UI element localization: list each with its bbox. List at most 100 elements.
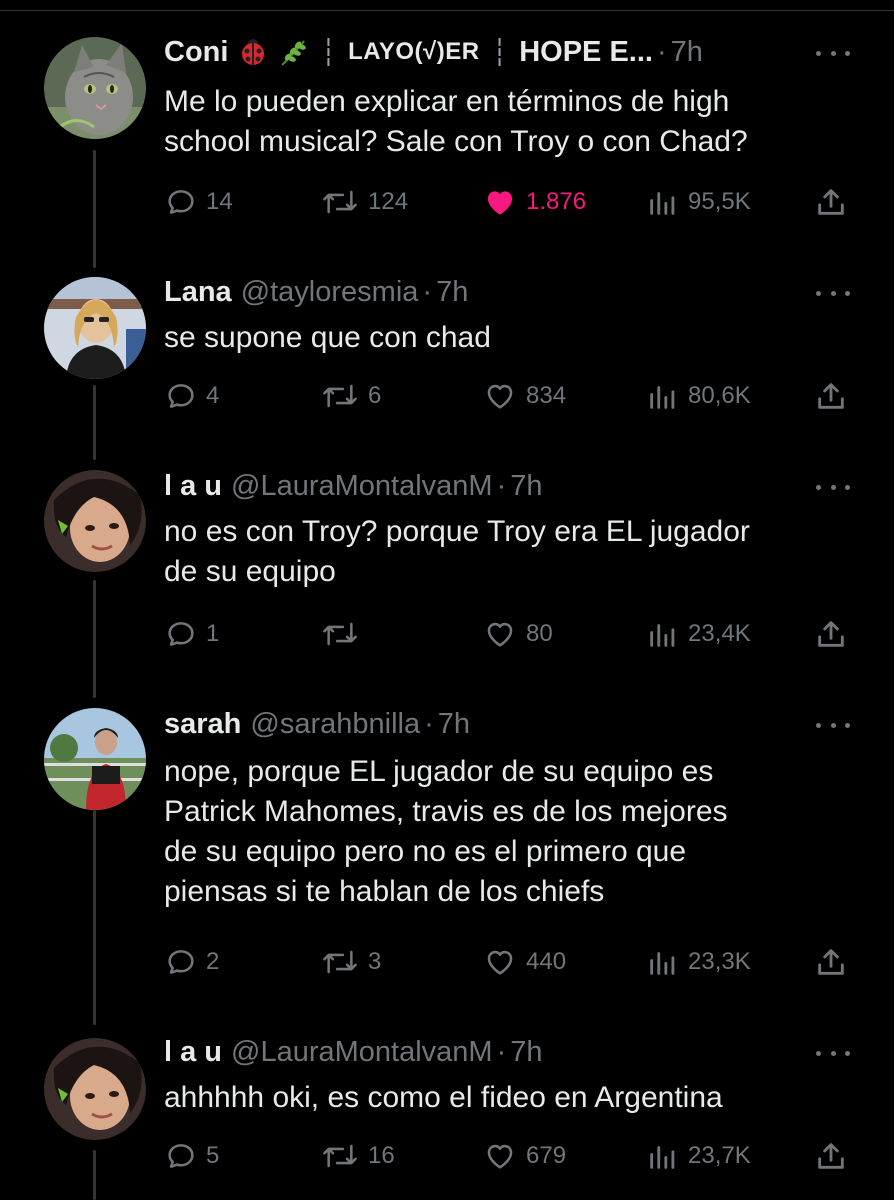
tweet-text-line: no es con Troy? porque Troy era EL jugad…: [164, 515, 750, 548]
heart-icon: [482, 379, 518, 413]
more-options-icon[interactable]: [816, 48, 850, 58]
share-button[interactable]: [814, 614, 848, 654]
share-button[interactable]: [814, 1136, 848, 1176]
reply-icon: [164, 617, 198, 651]
repost-button[interactable]: [320, 614, 368, 654]
repost-count: 6: [368, 382, 382, 409]
share-button[interactable]: [814, 182, 848, 222]
repost-button[interactable]: 3: [320, 942, 381, 982]
repost-button[interactable]: 124: [320, 182, 408, 222]
views-button[interactable]: 23,3K: [646, 942, 751, 982]
heart-filled-icon: [482, 185, 518, 219]
woman-blonde-avatar[interactable]: [44, 277, 146, 379]
girl-selfie-avatar[interactable]: [44, 1038, 146, 1140]
dot-separator: ·: [496, 470, 507, 502]
timestamp[interactable]: 7h: [510, 1032, 542, 1072]
timestamp[interactable]: 7h: [671, 32, 703, 72]
dot-separator: ·: [422, 276, 433, 308]
girl-selfie-avatar[interactable]: [44, 470, 146, 572]
views-icon: [646, 379, 680, 413]
reply-count: 5: [206, 1142, 220, 1169]
repost-icon: [320, 945, 360, 979]
action-bar: 4 6 834 80,6K: [0, 376, 894, 416]
tweet-text-line: de su equipo pero no es el primero que: [164, 835, 687, 868]
tweet[interactable]: Lana @tayloresmia · 7h se supone que con…: [0, 240, 894, 440]
display-name[interactable]: sarah: [164, 704, 241, 744]
separator: ┆: [491, 37, 508, 67]
heart-icon: [482, 1139, 518, 1173]
reply-icon: [164, 379, 198, 413]
username[interactable]: @tayloresmia: [241, 272, 419, 312]
more-options-icon[interactable]: [816, 1048, 850, 1058]
like-count: 834: [526, 382, 567, 409]
dot-separator: ·: [496, 1036, 507, 1068]
repost-icon: [320, 1139, 360, 1173]
woman-outdoor-avatar[interactable]: [44, 708, 146, 810]
display-name[interactable]: l a u: [164, 466, 222, 506]
timestamp[interactable]: 7h: [436, 272, 468, 312]
like-count: 440: [526, 948, 567, 975]
like-button[interactable]: 1.876: [482, 182, 586, 222]
tweet[interactable]: Coni ┆ LAYO(√)ER ┆ HOPE E... · 7h Me lo …: [0, 0, 894, 240]
more-options-icon[interactable]: [816, 482, 850, 492]
tweet-header: l a u @LauraMontalvanM · 7h: [164, 1032, 854, 1072]
views-icon: [646, 945, 680, 979]
like-button[interactable]: 440: [482, 942, 566, 982]
views-count: 23,3K: [688, 948, 751, 975]
views-button[interactable]: 95,5K: [646, 182, 751, 222]
action-bar: 1 80 23,4K: [0, 614, 894, 654]
like-count: 80: [526, 620, 553, 647]
action-bar: 2 3 440 23,3K: [0, 942, 894, 982]
timestamp[interactable]: 7h: [438, 704, 470, 744]
reply-button[interactable]: 4: [164, 376, 219, 416]
herb-icon: [278, 37, 308, 67]
reply-button[interactable]: 1: [164, 614, 219, 654]
tweet-text-line: de su equipo: [164, 555, 336, 588]
tweet-text-line: ahhhhh oki, es como el fideo en Argentin…: [164, 1081, 723, 1114]
dot-separator: ·: [424, 708, 434, 740]
views-icon: [646, 1139, 680, 1173]
cat-avatar[interactable]: [44, 37, 146, 139]
display-name[interactable]: Lana: [164, 272, 232, 312]
ladybug-icon: [238, 37, 268, 67]
share-button[interactable]: [814, 376, 848, 416]
repost-button[interactable]: 16: [320, 1136, 395, 1176]
tweet-text: ahhhhh oki, es como el fideo en Argentin…: [164, 1078, 844, 1118]
tweet[interactable]: l a u @LauraMontalvanM · 7h no es con Tr…: [0, 440, 894, 680]
affiliation-label: LAYO(√)ER: [348, 38, 480, 65]
heart-icon: [482, 945, 518, 979]
reply-button[interactable]: 2: [164, 942, 219, 982]
like-button[interactable]: 80: [482, 614, 553, 654]
display-name[interactable]: l a u: [164, 1032, 222, 1072]
dot-separator: ·: [656, 36, 667, 68]
username[interactable]: @sarahbnilla: [250, 704, 420, 744]
more-options-icon[interactable]: [816, 288, 850, 298]
tweet-text-line: piensas si te hablan de los chiefs: [164, 875, 605, 908]
display-name[interactable]: Coni: [164, 32, 228, 72]
username[interactable]: @LauraMontalvanM: [231, 466, 493, 506]
username[interactable]: @LauraMontalvanM: [231, 1032, 493, 1072]
repost-button[interactable]: 6: [320, 376, 381, 416]
views-count: 95,5K: [688, 188, 751, 215]
like-button[interactable]: 834: [482, 376, 566, 416]
tweet-header: sarah @sarahbnilla · 7h: [164, 704, 854, 744]
tweet-text-line: nope, porque EL jugador de su equipo es: [164, 755, 714, 788]
views-button[interactable]: 23,4K: [646, 614, 751, 654]
repost-count: 16: [368, 1142, 395, 1169]
reply-icon: [164, 1139, 198, 1173]
tweet-text: se supone que con chad: [164, 318, 844, 358]
action-bar: 5 16 679 23,7K: [0, 1136, 894, 1176]
like-button[interactable]: 679: [482, 1136, 566, 1176]
views-button[interactable]: 80,6K: [646, 376, 751, 416]
tweet-text-line: Me lo pueden explicar en términos de hig…: [164, 85, 730, 118]
timestamp[interactable]: 7h: [510, 466, 542, 506]
reply-button[interactable]: 14: [164, 182, 233, 222]
repost-icon: [320, 185, 360, 219]
reply-button[interactable]: 5: [164, 1136, 219, 1176]
more-options-icon[interactable]: [816, 720, 850, 730]
views-button[interactable]: 23,7K: [646, 1136, 751, 1176]
tweet[interactable]: sarah @sarahbnilla · 7h nope, porque EL …: [0, 680, 894, 1010]
tweet[interactable]: l a u @LauraMontalvanM · 7h ahhhhh oki, …: [0, 1010, 894, 1200]
tweet-header: Lana @tayloresmia · 7h: [164, 272, 854, 312]
share-button[interactable]: [814, 942, 848, 982]
